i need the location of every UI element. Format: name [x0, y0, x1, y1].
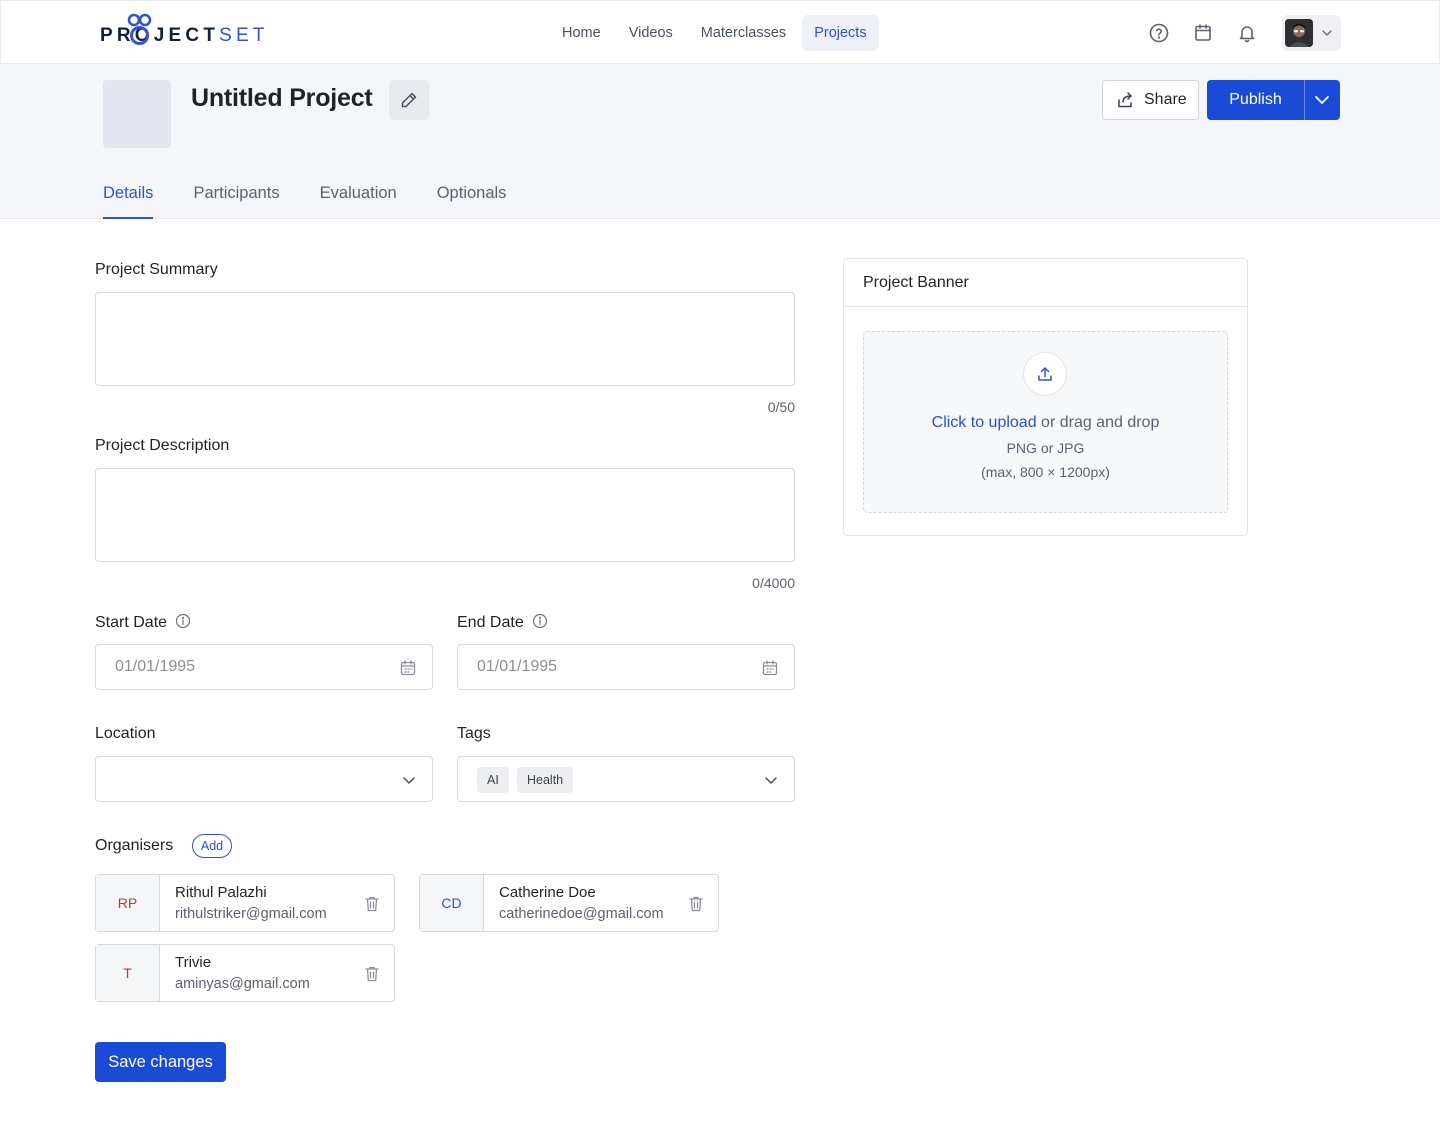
info-icon[interactable]: [532, 613, 548, 629]
organiser-email: aminyas@gmail.com: [175, 976, 310, 992]
save-changes-button[interactable]: Save changes: [95, 1042, 226, 1082]
banner-card-header: Project Banner: [844, 259, 1247, 307]
project-thumbnail[interactable]: [103, 80, 171, 148]
organiser-card: CD Catherine Doe catherinedoe@gmail.com: [419, 874, 719, 932]
banner-title: Project Banner: [863, 274, 969, 291]
project-header: Untitled Project Share Publish Details P…: [0, 64, 1440, 219]
publish-button[interactable]: Publish: [1207, 80, 1304, 120]
chevron-down-icon: [403, 777, 415, 784]
nav-videos[interactable]: Videos: [617, 15, 685, 51]
end-date-placeholder: 01/01/1995: [477, 658, 558, 675]
info-icon[interactable]: [175, 613, 191, 629]
tab-optionals[interactable]: Optionals: [437, 184, 507, 219]
calendar-icon[interactable]: [761, 659, 779, 677]
nav-masterclasses[interactable]: Materclasses: [689, 15, 798, 51]
organiser-name: Rithul Palazhi: [175, 884, 267, 901]
logo-mark-icon: [127, 13, 152, 45]
organiser-card: T Trivie aminyas@gmail.com: [95, 944, 395, 1002]
organiser-name: Catherine Doe: [499, 884, 596, 901]
tags-label: Tags: [457, 725, 491, 742]
publish-options-chevron-icon[interactable]: [1313, 93, 1331, 107]
nav-home[interactable]: Home: [550, 15, 613, 51]
projectset-logo[interactable]: PROJECTSET: [100, 13, 269, 47]
tab-details[interactable]: Details: [103, 184, 154, 219]
organiser-initials: CD: [420, 875, 484, 931]
location-select[interactable]: [95, 756, 433, 802]
add-organiser-button[interactable]: Add: [192, 834, 232, 858]
start-date-label: Start Date: [95, 613, 191, 632]
project-title: Untitled Project: [191, 84, 373, 112]
project-banner-card: Project Banner Click to upload or drag a…: [843, 258, 1248, 536]
help-circle-icon[interactable]: [1147, 21, 1171, 45]
end-date-label: End Date: [457, 613, 548, 632]
tab-participants[interactable]: Participants: [193, 184, 279, 219]
start-date-placeholder: 01/01/1995: [115, 658, 196, 675]
publish-divider: [1304, 80, 1305, 120]
bell-icon[interactable]: [1235, 21, 1259, 45]
trash-icon[interactable]: [364, 965, 380, 983]
summary-char-counter: 0/50: [767, 399, 795, 415]
avatar: [1285, 19, 1313, 47]
upload-size-hint: (max, 800 × 1200px): [981, 464, 1110, 480]
location-label: Location: [95, 725, 156, 742]
project-summary-label: Project Summary: [95, 261, 218, 278]
organiser-initials: RP: [96, 875, 160, 931]
top-icon-group: [1147, 21, 1259, 45]
edit-title-button[interactable]: [389, 80, 429, 120]
drag-drop-text: or drag and drop: [1036, 414, 1160, 431]
tags-multiselect[interactable]: AI Health: [457, 756, 795, 802]
main-nav: Home Videos Materclasses Projects: [550, 15, 879, 51]
share-button[interactable]: Share: [1102, 80, 1199, 120]
user-menu[interactable]: [1282, 15, 1341, 51]
project-description-label: Project Description: [95, 437, 230, 454]
calendar-icon[interactable]: [1191, 21, 1215, 45]
trash-icon[interactable]: [688, 895, 704, 913]
project-summary-textarea[interactable]: [95, 292, 795, 386]
tag-chip[interactable]: AI: [477, 767, 509, 793]
organiser-card: RP Rithul Palazhi rithulstriker@gmail.co…: [95, 874, 395, 932]
calendar-icon[interactable]: [399, 659, 417, 677]
click-to-upload-link[interactable]: Click to upload: [932, 414, 1037, 431]
share-label: Share: [1144, 91, 1187, 108]
organiser-name: Trivie: [175, 954, 212, 971]
organiser-email: catherinedoe@gmail.com: [499, 906, 664, 922]
chevron-down-icon: [1322, 30, 1332, 36]
description-char-counter: 0/4000: [752, 575, 795, 591]
nav-projects[interactable]: Projects: [802, 15, 879, 51]
organisers-label: Organisers: [95, 837, 174, 854]
start-date-input[interactable]: 01/01/1995: [95, 644, 433, 690]
organiser-email: rithulstriker@gmail.com: [175, 906, 327, 922]
project-tabs: Details Participants Evaluation Optional…: [103, 184, 546, 219]
tab-evaluation[interactable]: Evaluation: [320, 184, 397, 219]
chevron-down-icon: [765, 777, 777, 784]
organiser-initials: T: [96, 945, 160, 1001]
project-description-textarea[interactable]: [95, 468, 795, 562]
share-icon: [1118, 92, 1132, 108]
pencil-icon: [401, 92, 417, 108]
publish-split-button: Publish: [1207, 80, 1340, 120]
trash-icon[interactable]: [364, 895, 380, 913]
upload-icon: [1038, 367, 1052, 381]
upload-button[interactable]: [1023, 352, 1067, 396]
top-navigation-bar: PROJECTSET Home Videos Materclasses Proj…: [0, 0, 1440, 64]
upload-instructions: Click to upload or drag and drop: [864, 414, 1227, 432]
upload-formats: PNG or JPG: [1006, 440, 1085, 456]
end-date-input[interactable]: 01/01/1995: [457, 644, 795, 690]
tag-chip[interactable]: Health: [517, 767, 574, 793]
banner-upload-dropzone[interactable]: Click to upload or drag and drop PNG or …: [863, 331, 1228, 513]
